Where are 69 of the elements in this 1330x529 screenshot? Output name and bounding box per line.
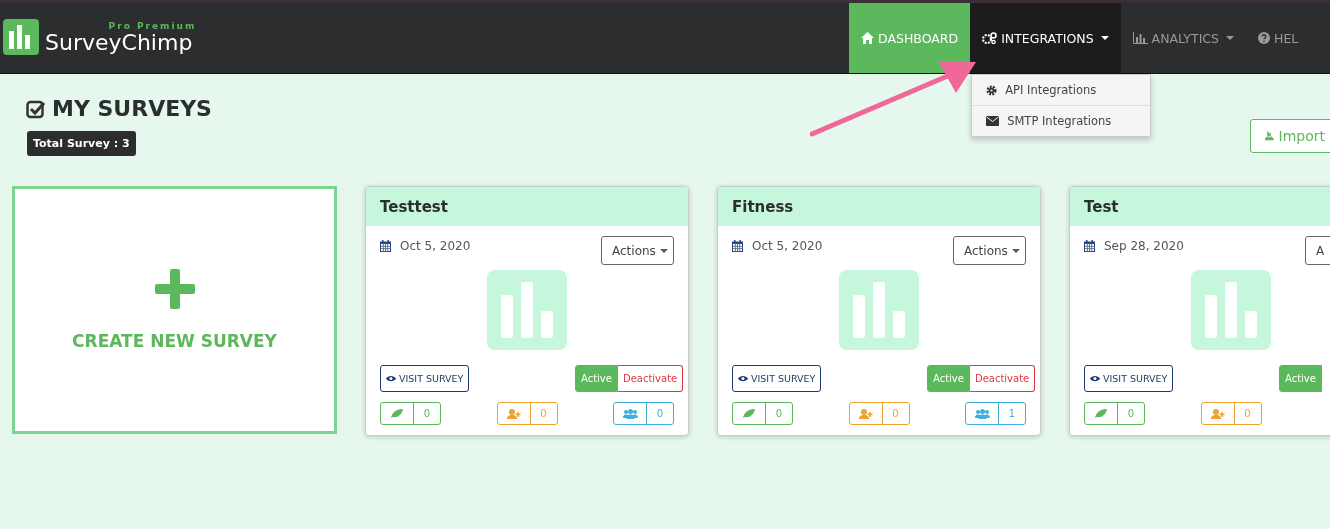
caret-icon — [1011, 248, 1020, 253]
dropdown-item[interactable]: API Integrations — [972, 75, 1151, 105]
add-user-icon — [506, 408, 521, 419]
calendar-icon — [732, 240, 743, 252]
survey-date: Oct 5, 2020 — [400, 239, 471, 253]
dropdown-item[interactable]: SMTP Integrations — [972, 105, 1151, 136]
active-button[interactable]: Active — [927, 365, 970, 392]
actions-dropdown-button[interactable]: Actions — [601, 236, 674, 265]
total-survey-badge: Total Survey : 3 — [27, 131, 136, 156]
visit-survey-button[interactable]: VISIT SURVEY — [732, 365, 822, 392]
leaf-icon — [743, 409, 755, 418]
eye-icon — [386, 375, 396, 382]
active-button[interactable]: Active — [1279, 365, 1322, 392]
add-user-icon — [858, 408, 873, 419]
envelope-icon — [986, 116, 1000, 126]
create-survey-label: CREATE NEW SURVEY — [72, 331, 277, 351]
survey-date: Sep 28, 2020 — [1104, 239, 1184, 253]
create-survey-card[interactable]: CREATE NEW SURVEY — [12, 186, 337, 434]
visit-survey-button[interactable]: VISIT SURVEY — [1084, 365, 1174, 392]
bar-chart-icon — [839, 270, 919, 350]
import-button[interactable]: Import — [1250, 119, 1330, 153]
calendar-icon — [380, 240, 391, 252]
users-icon — [974, 408, 990, 419]
deactivate-button[interactable]: Deactivate — [969, 365, 1036, 392]
brand-name: SurveyChimp — [45, 31, 193, 55]
deactivate-button[interactable]: Deactivate — [617, 365, 684, 392]
gears-icon — [982, 32, 998, 44]
settings-icon — [986, 84, 998, 96]
stat-counter: 0 — [496, 402, 558, 425]
actions-dropdown-button[interactable]: A — [1305, 236, 1330, 265]
survey-title: Test — [1084, 197, 1119, 216]
eye-icon — [738, 375, 748, 382]
nav-item[interactable]: HEL — [1246, 3, 1311, 73]
survey-date: Oct 5, 2020 — [752, 239, 823, 253]
help-icon — [1258, 32, 1270, 44]
bar-chart-icon — [1132, 32, 1148, 44]
actions-dropdown-button[interactable]: Actions — [953, 236, 1026, 265]
users-icon — [622, 408, 638, 419]
stat-counter: 0 — [848, 402, 910, 425]
brand-tagline: Pro Premium — [108, 21, 197, 31]
stat-counter: 0 — [380, 402, 441, 425]
stat-counter: 0 — [732, 402, 793, 425]
nav-item[interactable]: INTEGRATIONS — [970, 3, 1121, 73]
leaf-icon — [391, 409, 403, 418]
stat-counter: 1 — [965, 402, 1026, 425]
plus-icon — [154, 269, 195, 309]
nav-item[interactable]: ANALYTICS — [1120, 3, 1246, 73]
nav-item[interactable]: DASHBOARD — [849, 3, 971, 73]
eye-icon — [1090, 375, 1100, 382]
add-user-icon — [1210, 408, 1225, 419]
survey-title: Testtest — [380, 197, 448, 216]
bar-chart-icon — [487, 270, 567, 350]
stat-counter: 0 — [1200, 402, 1262, 425]
caret-icon — [1100, 36, 1109, 40]
stat-counter: 0 — [1084, 402, 1145, 425]
page-title: MY SURVEYS — [52, 96, 212, 121]
home-icon — [861, 32, 874, 44]
bar-chart-icon — [1191, 270, 1271, 350]
active-button[interactable]: Active — [575, 365, 618, 392]
bar-chart-logo-icon — [3, 19, 39, 55]
stat-counter: 0 — [613, 402, 674, 425]
caret-icon — [659, 248, 668, 253]
visit-survey-button[interactable]: VISIT SURVEY — [380, 365, 470, 392]
survey-title: Fitness — [732, 197, 794, 216]
caret-icon — [1226, 36, 1234, 40]
upload-icon — [1265, 129, 1274, 143]
checkbox-icon — [26, 98, 46, 119]
leaf-icon — [1095, 409, 1107, 418]
calendar-icon — [1084, 240, 1095, 252]
